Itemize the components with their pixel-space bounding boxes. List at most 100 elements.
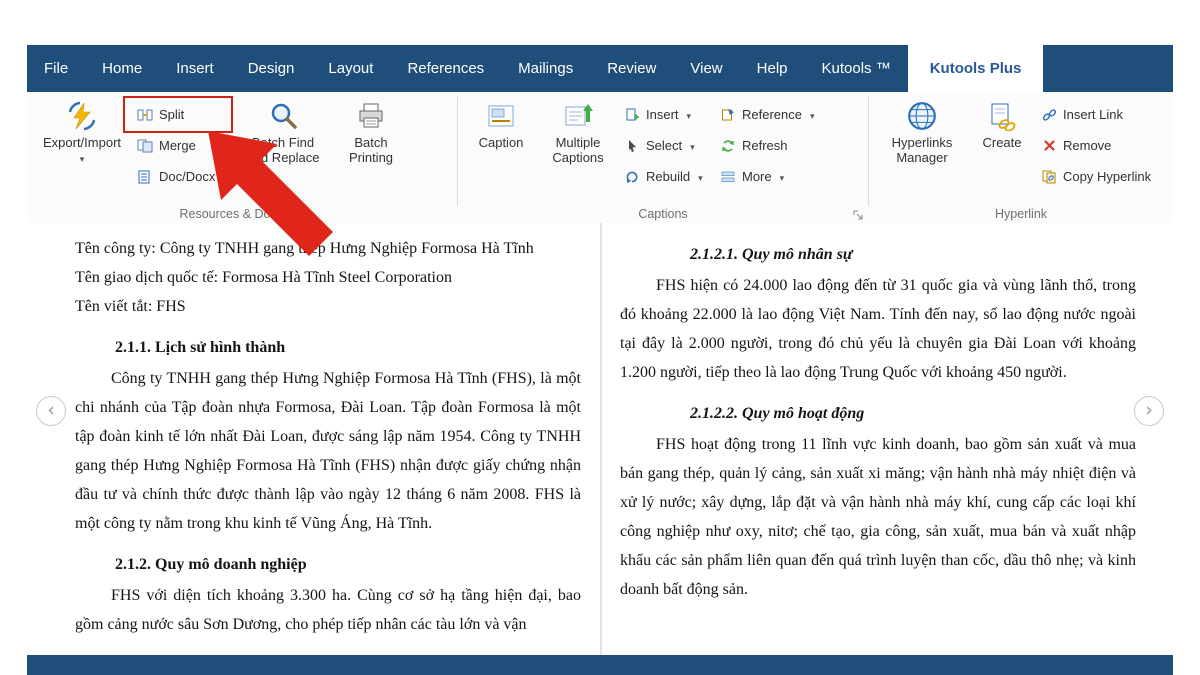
batch-printing-label-2: Printing xyxy=(349,150,393,165)
tab-references[interactable]: References xyxy=(390,45,501,92)
resources-small-buttons: Split Merge xyxy=(131,99,235,192)
word-window: File Home Insert Design Layout Reference… xyxy=(27,45,1173,675)
captions-reference-label: Reference xyxy=(742,107,802,122)
remove-hyperlink-icon xyxy=(1041,138,1057,153)
split-button[interactable]: Split xyxy=(131,99,235,130)
document-area: Tên công ty: Công ty TNHH gang thép Hưng… xyxy=(27,223,1173,655)
copy-hyperlink-icon xyxy=(1041,169,1057,184)
screenshot-root: File Home Insert Design Layout Reference… xyxy=(0,0,1200,675)
batch-printing-label-1: Batch xyxy=(354,135,387,150)
doc-left-heading-2: 2.1.2. Quy mô doanh nghiệp xyxy=(115,550,581,579)
captions-select-caret-icon xyxy=(688,138,695,153)
tab-view[interactable]: View xyxy=(673,45,739,92)
remove-hyperlink-label: Remove xyxy=(1063,138,1111,153)
export-import-icon xyxy=(67,100,97,132)
captions-menu-column-2: Reference Refresh xyxy=(714,99,832,192)
captions-more-button[interactable]: More xyxy=(714,161,832,192)
export-import-label: Export/Import xyxy=(43,135,121,150)
multiple-captions-label-1: Multiple xyxy=(556,135,601,150)
split-label: Split xyxy=(159,107,184,122)
doc-left-line-3: Tên viết tắt: FHS xyxy=(75,292,581,321)
doc-left-heading-1: 2.1.1. Lịch sử hình thành xyxy=(115,333,581,362)
captions-rebuild-icon xyxy=(624,169,640,184)
captions-rebuild-caret-icon xyxy=(696,169,703,184)
caption-label: Caption xyxy=(479,135,524,150)
doc-right-paragraph-2: FHS hoạt động trong 11 lĩnh vực kinh doa… xyxy=(620,430,1136,604)
doc-left-line-2: Tên giao dịch quốc tế: Formosa Hà Tĩnh S… xyxy=(75,263,581,292)
group-resources-documents: Export/Import Split xyxy=(27,92,457,223)
export-import-button[interactable]: Export/Import xyxy=(33,97,131,165)
batch-find-replace-button[interactable]: Batch Find and Replace xyxy=(235,97,331,165)
copy-hyperlink-button[interactable]: Copy Hyperlink xyxy=(1035,161,1157,192)
hyperlink-small-buttons: Insert Link Remove xyxy=(1035,99,1157,192)
hyperlinks-manager-button[interactable]: Hyperlinks Manager xyxy=(875,97,969,165)
batch-printing-button[interactable]: Batch Printing xyxy=(331,97,411,165)
batch-printing-icon xyxy=(356,100,386,132)
captions-rebuild-label: Rebuild xyxy=(646,169,690,184)
captions-select-label: Select xyxy=(646,138,682,153)
tab-design[interactable]: Design xyxy=(231,45,312,92)
doc-docx-label: Doc/Docx xyxy=(159,169,215,184)
captions-refresh-label: Refresh xyxy=(742,138,788,153)
captions-refresh-button[interactable]: Refresh xyxy=(714,130,832,161)
hyperlinks-manager-label-2: Manager xyxy=(896,150,947,165)
captions-insert-icon xyxy=(624,107,640,122)
captions-refresh-icon xyxy=(720,138,736,153)
bottom-bar xyxy=(27,655,1173,675)
ribbon-tab-bar: File Home Insert Design Layout Reference… xyxy=(27,45,1173,92)
captions-menu-column-1: Insert Select xyxy=(618,99,714,192)
hyperlinks-manager-label-1: Hyperlinks xyxy=(892,135,953,150)
merge-icon xyxy=(137,138,153,153)
tab-kutools-plus[interactable]: Kutools Plus xyxy=(908,45,1044,92)
captions-insert-caret-icon xyxy=(685,107,692,122)
insert-link-icon xyxy=(1041,107,1057,122)
tab-mailings[interactable]: Mailings xyxy=(501,45,590,92)
create-hyperlink-label: Create xyxy=(982,135,1021,150)
tab-home[interactable]: Home xyxy=(85,45,159,92)
tab-review[interactable]: Review xyxy=(590,45,673,92)
doc-right-paragraph-1: FHS hiện có 24.000 lao động đến từ 31 qu… xyxy=(620,271,1136,387)
captions-more-label: More xyxy=(742,169,772,184)
group-label-resources: Resources & Docum... xyxy=(27,207,457,221)
tab-file[interactable]: File xyxy=(27,45,85,92)
captions-insert-button[interactable]: Insert xyxy=(618,99,714,130)
doc-right-heading-2: 2.1.2.2. Quy mô hoạt động xyxy=(690,399,1136,428)
doc-docx-button[interactable]: Doc/Docx xyxy=(131,161,235,192)
batch-find-replace-label-2: and Replace xyxy=(247,150,320,165)
batch-find-replace-icon xyxy=(268,100,298,132)
group-label-hyperlink: Hyperlink xyxy=(869,207,1173,221)
tab-kutools[interactable]: Kutools ™ xyxy=(805,45,908,92)
captions-rebuild-button[interactable]: Rebuild xyxy=(618,161,714,192)
merge-button[interactable]: Merge xyxy=(131,130,235,161)
captions-more-caret-icon xyxy=(778,169,785,184)
tab-help[interactable]: Help xyxy=(740,45,805,92)
group-label-captions: Captions xyxy=(458,207,868,221)
multiple-captions-label-2: Captions xyxy=(552,150,603,165)
tab-layout[interactable]: Layout xyxy=(311,45,390,92)
doc-left-paragraph-1: Công ty TNHH gang thép Hưng Nghiệp Formo… xyxy=(75,364,581,538)
multiple-captions-button[interactable]: Multiple Captions xyxy=(538,97,618,165)
captions-reference-caret-icon xyxy=(808,107,815,122)
insert-link-button[interactable]: Insert Link xyxy=(1035,99,1157,130)
captions-dialog-launcher[interactable] xyxy=(852,208,864,220)
insert-link-label: Insert Link xyxy=(1063,107,1123,122)
doc-docx-icon xyxy=(137,169,153,184)
caption-icon xyxy=(486,100,516,132)
document-right-page[interactable]: 2.1.2.1. Quy mô nhân sự FHS hiện có 24.0… xyxy=(620,223,1136,655)
batch-find-replace-label-1: Batch Find xyxy=(252,135,314,150)
page-divider xyxy=(600,223,602,655)
tab-insert[interactable]: Insert xyxy=(159,45,231,92)
next-page-button[interactable] xyxy=(1134,396,1164,426)
caption-button[interactable]: Caption xyxy=(464,97,538,150)
doc-right-heading-1: 2.1.2.1. Quy mô nhân sự xyxy=(690,240,1136,269)
captions-select-button[interactable]: Select xyxy=(618,130,714,161)
previous-page-button[interactable] xyxy=(36,396,66,426)
create-hyperlink-button[interactable]: Create xyxy=(969,97,1035,150)
captions-select-icon xyxy=(624,138,640,153)
copy-hyperlink-label: Copy Hyperlink xyxy=(1063,169,1151,184)
document-left-page[interactable]: Tên công ty: Công ty TNHH gang thép Hưng… xyxy=(75,223,581,655)
captions-reference-button[interactable]: Reference xyxy=(714,99,832,130)
export-import-caret-icon xyxy=(80,150,85,165)
group-captions: Caption Multiple Captio xyxy=(458,92,868,223)
remove-hyperlink-button[interactable]: Remove xyxy=(1035,130,1157,161)
